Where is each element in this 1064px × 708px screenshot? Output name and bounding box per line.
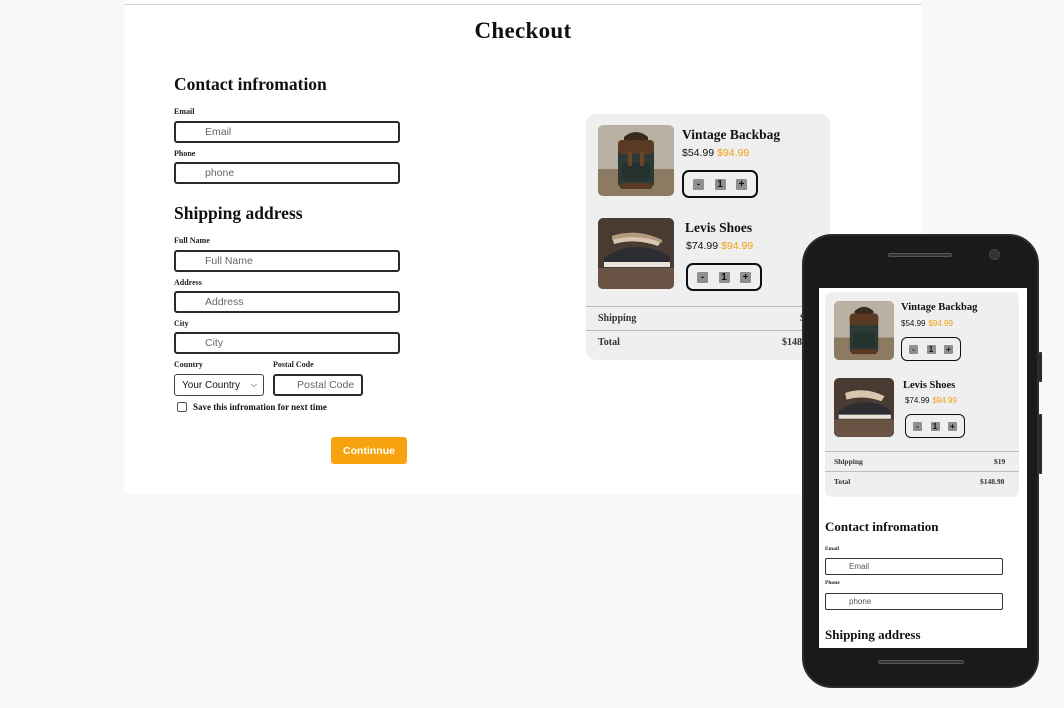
save-info-row[interactable]: Save this infromation for next time bbox=[177, 402, 327, 412]
email-input[interactable] bbox=[825, 558, 1003, 575]
quantity-stepper[interactable]: - 1 + bbox=[686, 263, 762, 291]
total-value: $148.98 bbox=[980, 477, 1005, 486]
decrease-button[interactable]: - bbox=[913, 421, 922, 431]
item-price: $74.99 bbox=[686, 240, 719, 252]
phone-input[interactable] bbox=[174, 162, 400, 184]
top-divider bbox=[124, 4, 922, 5]
divider bbox=[586, 330, 830, 331]
shipping-label: Shipping bbox=[598, 313, 637, 324]
decrease-button[interactable]: - bbox=[909, 344, 918, 354]
side-button bbox=[1039, 352, 1042, 382]
postal-code-input[interactable] bbox=[273, 374, 363, 396]
shoes-image bbox=[598, 218, 674, 289]
shipping-heading: Shipping address bbox=[825, 627, 921, 642]
quantity-value: 1 bbox=[714, 178, 726, 190]
decrease-button[interactable]: - bbox=[693, 178, 704, 190]
total-label: Total bbox=[598, 337, 620, 348]
quantity-stepper[interactable]: - 1 + bbox=[905, 414, 965, 438]
item-name: Vintage Backbag bbox=[901, 302, 978, 313]
item-price: $74.99 bbox=[905, 396, 930, 405]
phone-label: Phone bbox=[825, 580, 840, 586]
item-old-price: $94.99 bbox=[928, 319, 953, 328]
quantity-stepper[interactable]: - 1 + bbox=[901, 337, 961, 361]
quantity-value: 1 bbox=[718, 271, 730, 283]
country-select[interactable]: Your Country ⌵ bbox=[174, 374, 264, 396]
contact-heading: Contact infromation bbox=[825, 519, 939, 534]
chevron-down-icon: ⌵ bbox=[250, 380, 257, 389]
address-input[interactable] bbox=[174, 291, 400, 313]
contact-heading: Contact infromation bbox=[174, 74, 327, 94]
item-price: $54.99 bbox=[901, 319, 926, 328]
item-old-price: $94.99 bbox=[721, 240, 754, 252]
side-button bbox=[1039, 414, 1042, 474]
postal-label: Postal Code bbox=[273, 360, 314, 369]
fullname-input[interactable] bbox=[174, 250, 400, 272]
mobile-order-summary-card: Vintage Backbag $54.99 $94.99 - 1 + Levis… bbox=[825, 292, 1019, 497]
city-label: City bbox=[174, 319, 189, 328]
email-label: Email bbox=[174, 107, 195, 116]
increase-button[interactable]: + bbox=[944, 344, 953, 354]
page-title: Checkout bbox=[474, 18, 572, 43]
phone-mockup: Vintage Backbag $54.99 $94.99 - 1 + Levis… bbox=[802, 234, 1042, 688]
country-label: Country bbox=[174, 360, 203, 369]
address-label: Address bbox=[174, 278, 202, 287]
city-input[interactable] bbox=[174, 332, 400, 354]
shipping-label: Shipping bbox=[834, 457, 863, 466]
save-info-checkbox[interactable] bbox=[177, 402, 187, 412]
divider bbox=[825, 451, 1019, 452]
backpack-image bbox=[598, 125, 674, 196]
item-name: Levis Shoes bbox=[685, 220, 753, 235]
email-label: Email bbox=[825, 546, 840, 552]
increase-button[interactable]: + bbox=[948, 421, 957, 431]
item-old-price: $94.99 bbox=[932, 396, 957, 405]
email-input[interactable] bbox=[174, 121, 400, 143]
backpack-image bbox=[834, 301, 894, 360]
item-old-price: $94.99 bbox=[717, 147, 750, 159]
total-label: Total bbox=[834, 477, 851, 486]
save-info-label: Save this infromation for next time bbox=[193, 402, 327, 412]
divider bbox=[825, 471, 1019, 472]
increase-button[interactable]: + bbox=[736, 178, 747, 190]
item-price-row: $54.99 $94.99 bbox=[901, 319, 953, 328]
bottom-speaker bbox=[878, 660, 964, 664]
quantity-value: 1 bbox=[930, 421, 940, 431]
phone-label: Phone bbox=[174, 149, 196, 158]
shipping-value: $19 bbox=[994, 457, 1006, 466]
fullname-label: Full Name bbox=[174, 236, 210, 245]
divider bbox=[586, 306, 830, 307]
shipping-heading: Shipping address bbox=[174, 203, 303, 223]
increase-button[interactable]: + bbox=[740, 271, 751, 283]
item-name: Vintage Backbag bbox=[682, 127, 781, 142]
phone-input[interactable] bbox=[825, 593, 1003, 610]
item-price-row: $74.99 $94.99 bbox=[686, 240, 753, 252]
country-selected-value: Your Country bbox=[182, 379, 240, 391]
item-price-row: $54.99 $94.99 bbox=[682, 147, 749, 159]
camera-icon bbox=[989, 249, 1000, 260]
quantity-stepper[interactable]: - 1 + bbox=[682, 170, 758, 198]
order-summary-card: Vintage Backbag $54.99 $94.99 - 1 + Levis… bbox=[586, 114, 830, 360]
quantity-value: 1 bbox=[926, 344, 936, 354]
item-name: Levis Shoes bbox=[903, 380, 956, 391]
speaker-grille bbox=[888, 253, 952, 257]
phone-screen: Vintage Backbag $54.99 $94.99 - 1 + Levis… bbox=[819, 288, 1027, 648]
shoes-image bbox=[834, 378, 894, 437]
decrease-button[interactable]: - bbox=[697, 271, 708, 283]
item-price-row: $74.99 $94.99 bbox=[905, 396, 957, 405]
continue-button[interactable]: Continnue bbox=[331, 437, 407, 464]
item-price: $54.99 bbox=[682, 147, 715, 159]
